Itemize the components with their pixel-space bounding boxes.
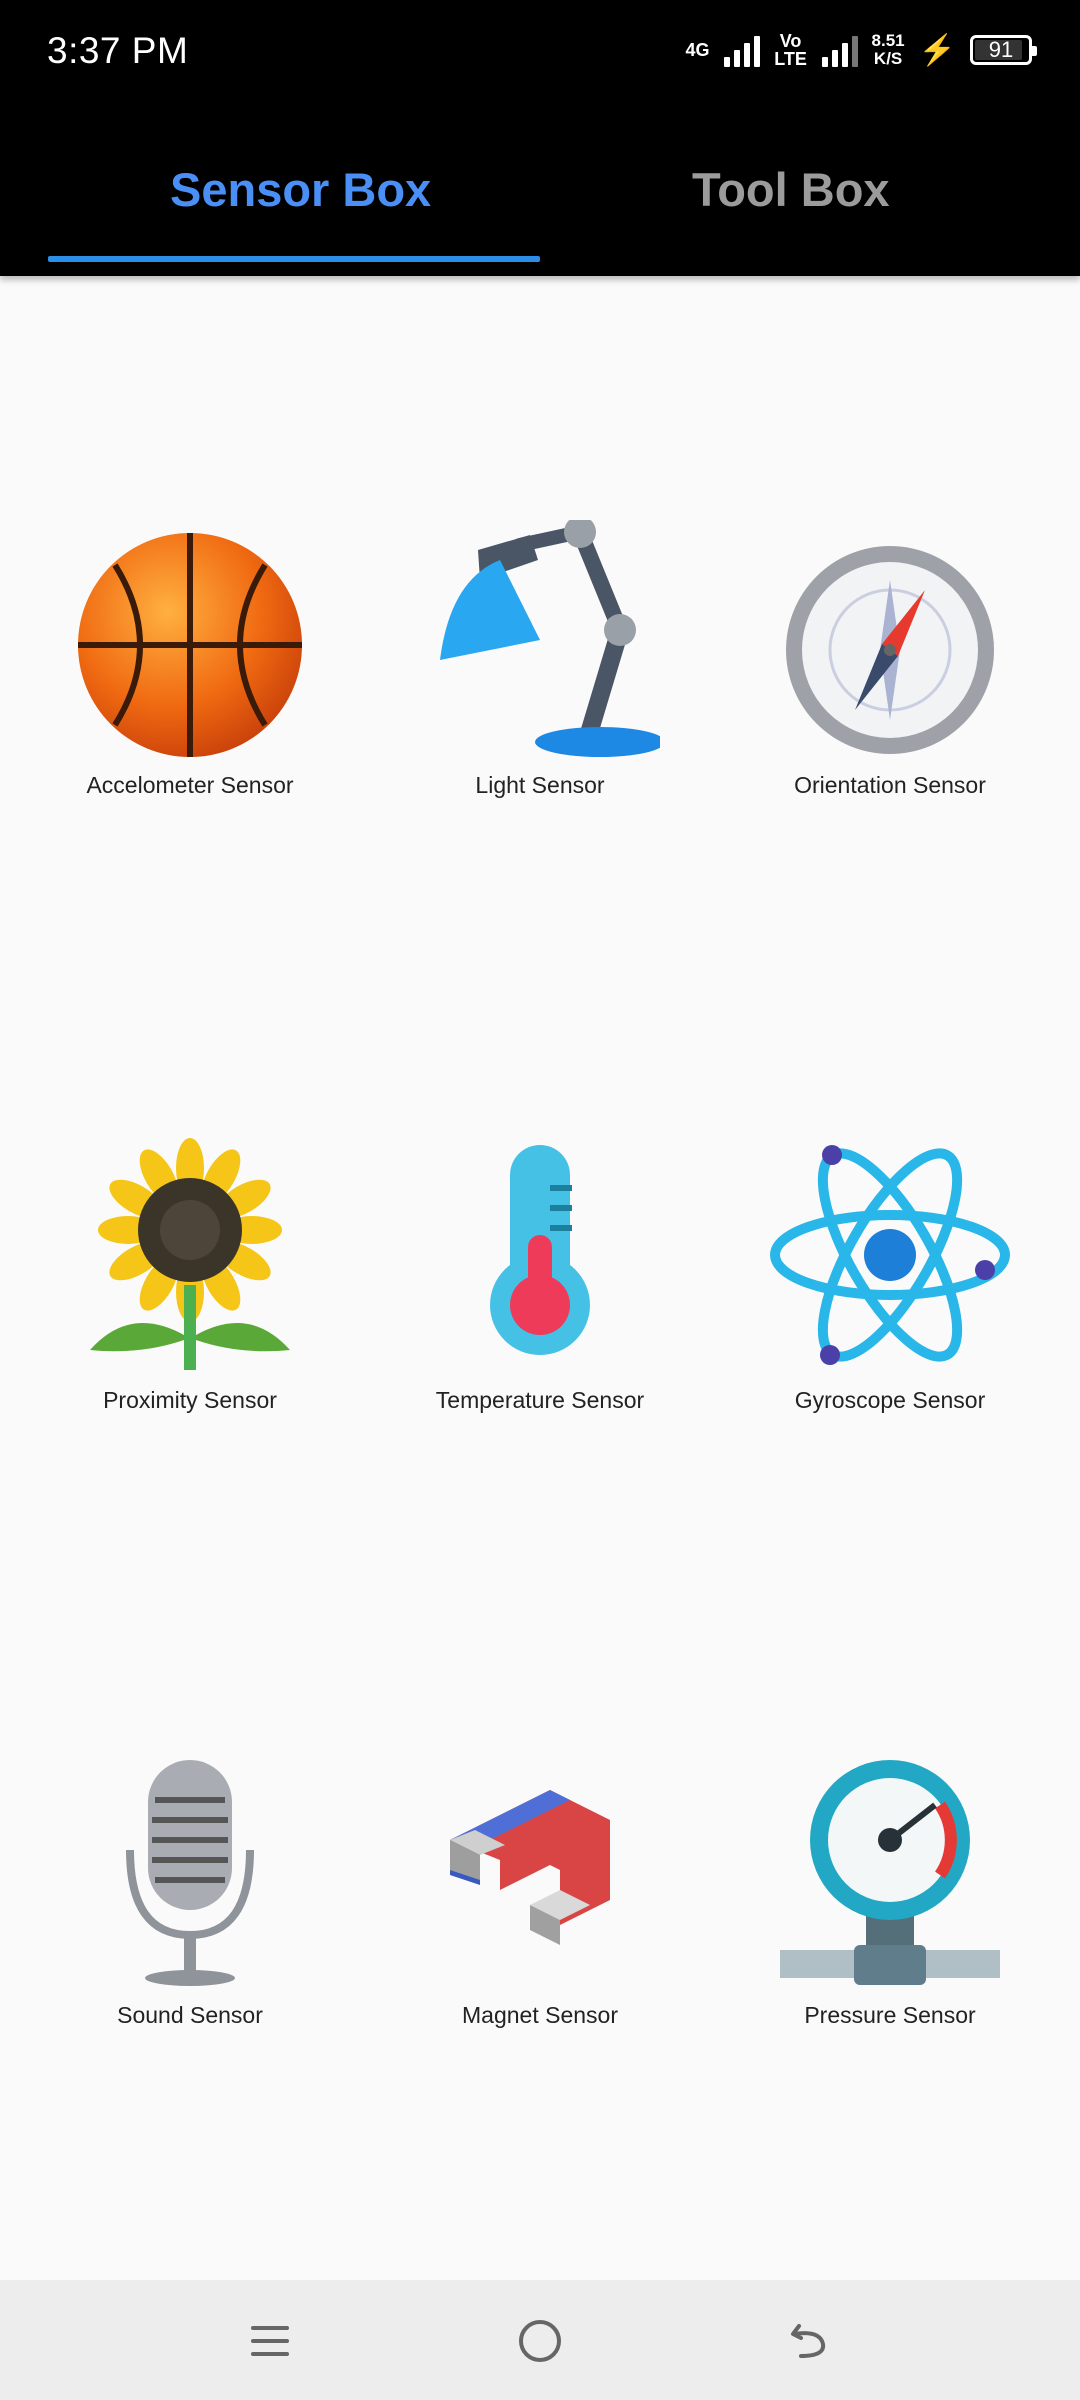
sensor-label: Gyroscope Sensor (794, 1387, 986, 1413)
sensor-item-accelerometer[interactable]: Accelometer Sensor (20, 520, 360, 820)
sensor-label: Pressure Sensor (804, 2002, 976, 2028)
volte-label: Vo LTE (774, 31, 807, 69)
signal-icon-2 (821, 33, 858, 67)
back-icon[interactable] (785, 2316, 835, 2366)
desk-lamp-icon (420, 516, 665, 760)
sensor-label: Temperature Sensor (435, 1387, 645, 1413)
sensor-label: Sound Sensor (117, 2002, 263, 2028)
status-time: 3:37 PM (47, 30, 189, 71)
tab-bar: Sensor Box Tool Box (0, 110, 1080, 276)
sensor-item-magnet[interactable]: Magnet Sensor (370, 1750, 710, 2050)
sensor-label: Proximity Sensor (103, 1387, 277, 1413)
magnet-icon (420, 1750, 660, 1990)
status-icons: 4G Vo LTE 8.51 K/S ⚡ 91 (685, 31, 1037, 69)
microphone-icon (70, 1750, 310, 1990)
network-speed-value: 8.51 (871, 31, 905, 50)
signal-icon (723, 33, 760, 67)
tab-indicator (48, 256, 540, 262)
charging-icon: ⚡ (918, 33, 956, 67)
sensor-item-temperature[interactable]: Temperature Sensor (370, 1135, 710, 1435)
sensor-item-pressure[interactable]: Pressure Sensor (720, 1750, 1060, 2050)
menu-icon[interactable] (245, 2316, 295, 2366)
sensor-label: Orientation Sensor (794, 772, 986, 798)
sensor-item-orientation[interactable]: Orientation Sensor (720, 520, 1060, 820)
sensor-item-gyroscope[interactable]: Gyroscope Sensor (720, 1135, 1060, 1435)
home-icon[interactable] (515, 2316, 565, 2366)
tab-tool-box[interactable]: Tool Box (692, 162, 890, 217)
basketball-icon (70, 520, 310, 760)
sensor-label: Accelometer Sensor (86, 772, 294, 798)
sensor-item-sound[interactable]: Sound Sensor (20, 1750, 360, 2050)
tab-sensor-box[interactable]: Sensor Box (170, 162, 431, 217)
system-navigation-bar (0, 2280, 1080, 2400)
sensor-label: Light Sensor (475, 772, 605, 798)
pressure-gauge-icon (770, 1750, 1010, 1990)
status-bar: 3:37 PM 4G Vo LTE 8.51 K/S ⚡ 91 (0, 0, 1080, 110)
network-type: 4G (685, 40, 710, 60)
compass-icon (770, 520, 1010, 760)
sensor-label: Magnet Sensor (462, 2002, 618, 2028)
battery-level: 91 (988, 37, 1014, 62)
atom-icon (770, 1135, 1010, 1375)
battery-icon: 91 (970, 35, 1037, 65)
thermometer-icon (420, 1135, 660, 1395)
network-speed: 8.51 K/S (872, 32, 905, 68)
network-speed-unit: K/S (873, 49, 903, 68)
sensor-item-light[interactable]: Light Sensor (370, 516, 710, 820)
sensor-item-proximity[interactable]: Proximity Sensor (20, 1135, 360, 1435)
sunflower-icon (70, 1135, 310, 1375)
